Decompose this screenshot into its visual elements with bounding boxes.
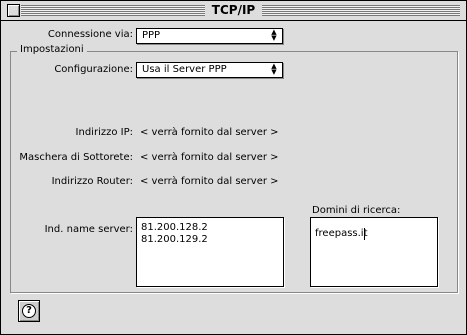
connection-value: PPP — [142, 30, 161, 41]
title-bar[interactable]: TCP/IP — [1, 1, 466, 21]
text-cursor — [364, 228, 365, 240]
configuration-popup[interactable]: Usa il Server PPP ▲ ▼ — [136, 62, 283, 78]
popup-arrows-icon: ▲ ▼ — [271, 62, 277, 76]
search-domains-label: Domini di ricerca: — [312, 205, 401, 216]
ip-address-value: < verrà fornito dal server > — [140, 127, 279, 138]
subnet-mask-label: Maschera di Sottorete: — [19, 152, 133, 163]
popup-arrows-icon: ▲ ▼ — [271, 28, 277, 42]
connection-popup[interactable]: PPP ▲ ▼ — [136, 28, 283, 44]
search-domains-textarea[interactable]: freepass.it — [310, 217, 438, 287]
ip-address-label: Indirizzo IP: — [75, 127, 133, 138]
subnet-mask-value: < verrà fornito dal server > — [140, 152, 279, 163]
tcpip-window: TCP/IP Connessione via: PPP ▲ ▼ Impostazi… — [0, 0, 467, 335]
help-button[interactable]: ? — [18, 300, 40, 322]
configuration-value: Usa il Server PPP — [142, 64, 227, 75]
search-domain-entry: freepass.it — [315, 228, 368, 239]
name-server-label: Ind. name server: — [44, 224, 133, 235]
connection-label: Connessione via: — [47, 29, 133, 40]
name-server-entry: 81.200.128.2 — [141, 222, 208, 233]
help-icon: ? — [22, 304, 36, 318]
window-title: TCP/IP — [204, 3, 263, 17]
router-address-label: Indirizzo Router: — [51, 176, 133, 187]
configuration-label: Configurazione: — [54, 64, 133, 75]
router-address-value: < verrà fornito dal server > — [140, 176, 279, 187]
window-title-wrap: TCP/IP — [1, 3, 466, 17]
name-server-entry: 81.200.129.2 — [141, 234, 208, 245]
name-server-textarea[interactable]: 81.200.128.2 81.200.129.2 — [136, 217, 284, 287]
settings-group-title: Impostazioni — [17, 44, 87, 56]
